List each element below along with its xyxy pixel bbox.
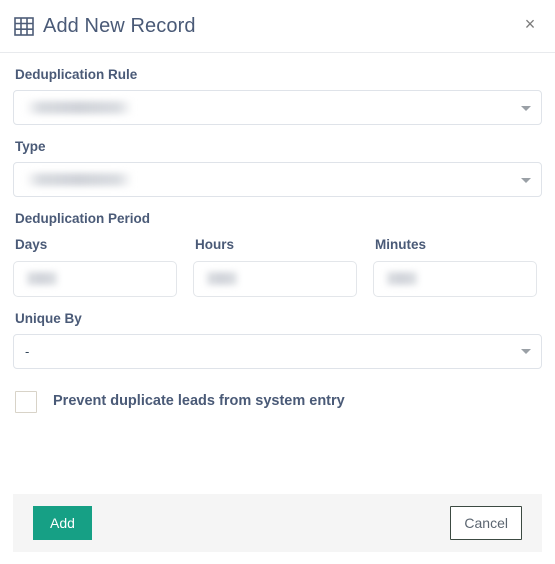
hours-input[interactable] bbox=[193, 260, 357, 297]
unique-by-label: Unique By bbox=[15, 310, 82, 326]
field-unique-by: Unique By - bbox=[13, 311, 542, 369]
chevron-down-icon bbox=[521, 177, 531, 183]
field-days: Days bbox=[13, 237, 177, 297]
minutes-value-redacted bbox=[385, 272, 419, 286]
unique-by-value: - bbox=[25, 344, 30, 358]
field-deduplication-rule: Deduplication Rule bbox=[13, 67, 542, 126]
deduplication-period-label: Deduplication Period bbox=[15, 211, 151, 227]
add-new-record-modal: Add New Record × Deduplication Rule Type… bbox=[0, 0, 555, 564]
minutes-input[interactable] bbox=[373, 260, 537, 297]
minutes-label: Minutes bbox=[375, 236, 427, 252]
chevron-down-icon bbox=[521, 349, 531, 355]
deduplication-period-row: Days Hours Minutes bbox=[13, 237, 542, 297]
field-minutes: Minutes bbox=[373, 237, 537, 297]
field-hours: Hours bbox=[193, 237, 357, 297]
unique-by-select[interactable]: - bbox=[13, 333, 542, 369]
chevron-down-icon bbox=[521, 105, 531, 111]
days-value-redacted bbox=[25, 272, 59, 286]
deduplication-rule-label: Deduplication Rule bbox=[15, 67, 138, 82]
type-label: Type bbox=[15, 139, 46, 155]
days-label: Days bbox=[15, 236, 48, 252]
deduplication-rule-value-redacted bbox=[25, 101, 133, 115]
cancel-button[interactable]: Cancel bbox=[450, 506, 522, 540]
prevent-duplicates-row: Prevent duplicate leads from system entr… bbox=[15, 390, 542, 413]
hours-value-redacted bbox=[205, 272, 239, 286]
section-deduplication-period: Deduplication Period Days Hours Minutes bbox=[13, 211, 542, 297]
prevent-duplicates-label: Prevent duplicate leads from system entr… bbox=[53, 393, 345, 410]
close-icon[interactable]: × bbox=[519, 13, 541, 35]
modal-header-left: Add New Record bbox=[14, 16, 196, 36]
add-button[interactable]: Add bbox=[33, 506, 92, 540]
hours-label: Hours bbox=[195, 236, 235, 252]
type-value-redacted bbox=[25, 173, 133, 187]
modal-footer: Add Cancel bbox=[13, 494, 542, 552]
field-type: Type bbox=[13, 139, 542, 198]
modal-header: Add New Record × bbox=[0, 0, 555, 53]
days-input[interactable] bbox=[13, 260, 177, 297]
modal-body: Deduplication Rule Type Deduplication Pe… bbox=[0, 53, 555, 413]
table-grid-icon bbox=[14, 16, 34, 36]
page-title: Add New Record bbox=[43, 15, 196, 37]
type-select[interactable] bbox=[13, 162, 542, 198]
deduplication-rule-select[interactable] bbox=[13, 90, 542, 126]
prevent-duplicates-checkbox[interactable] bbox=[15, 390, 37, 413]
